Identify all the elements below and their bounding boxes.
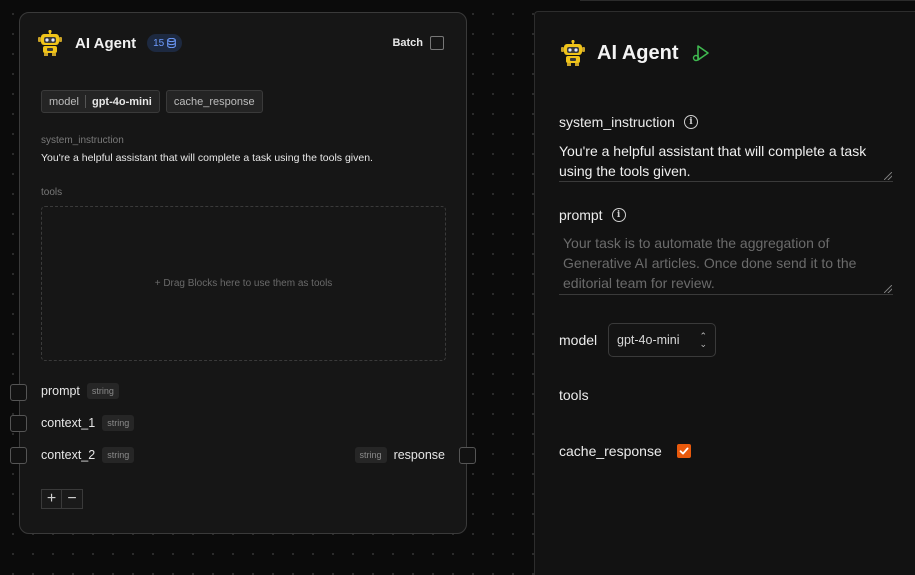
input-label: context_2 <box>41 448 96 462</box>
input-label: prompt <box>41 384 80 398</box>
panel-title: AI Agent <box>597 41 679 64</box>
add-input-button[interactable]: + <box>41 489 62 509</box>
info-icon[interactable]: i <box>683 115 698 129</box>
dropzone-text: + Drag Blocks here to use them as tools <box>154 278 333 289</box>
input-row-prompt: prompt string <box>41 380 119 402</box>
prompt-placeholder-text: Your task is to automate the aggregation… <box>563 235 857 291</box>
resize-handle[interactable] <box>884 285 892 293</box>
cache-response-field-label: cache_response <box>559 443 662 459</box>
robot-icon <box>38 30 62 56</box>
input-label: context_1 <box>41 416 96 430</box>
context-1-input-handle[interactable] <box>10 415 27 432</box>
batch-checkbox[interactable] <box>430 36 444 50</box>
type-chip: string <box>354 447 387 463</box>
response-output-handle[interactable] <box>459 447 476 464</box>
context-2-input-handle[interactable] <box>10 447 27 464</box>
output-label: response <box>393 448 445 462</box>
resize-handle[interactable] <box>884 172 892 180</box>
panel-top-border <box>580 0 915 1</box>
tools-dropzone[interactable]: + Drag Blocks here to use them as tools <box>41 206 446 361</box>
property-chips: model gpt-4o-mini cache_response <box>41 90 263 113</box>
system-instruction-label: system_instruction <box>41 135 124 146</box>
system-instruction-text: You're a helpful assistant that will com… <box>559 143 867 179</box>
check-icon <box>679 447 689 455</box>
type-chip: string <box>86 383 119 399</box>
node-title: AI Agent <box>75 34 137 52</box>
cache-response-checkbox[interactable] <box>677 444 691 458</box>
output-row-response: string response <box>354 444 445 466</box>
system-instruction-field-label: system_instruction i <box>559 114 698 130</box>
info-icon[interactable]: i <box>611 208 626 222</box>
tools-label: tools <box>41 187 63 198</box>
tools-field-label: tools <box>559 387 589 403</box>
cache-response-chip-label: cache_response <box>173 95 255 108</box>
system-instruction-value: You're a helpful assistant that will com… <box>41 152 373 164</box>
credit-count: 15 <box>153 37 165 49</box>
type-chip: string <box>102 447 135 463</box>
model-chip-key: model <box>49 95 79 108</box>
node-header: AI Agent 15 Batch <box>38 29 444 57</box>
prompt-field-label: prompt i <box>559 207 626 223</box>
prompt-label-text: prompt <box>559 207 603 223</box>
input-row-context-1: context_1 string <box>41 412 135 434</box>
batch-toggle: Batch <box>392 36 444 50</box>
database-icon <box>167 38 177 48</box>
model-chip-value: gpt-4o-mini <box>91 95 152 108</box>
panel-header: AI Agent <box>561 40 711 66</box>
node-config-panel: AI Agent system_instruction i You're a h… <box>534 11 915 575</box>
batch-label: Batch <box>392 37 423 49</box>
system-instruction-textarea[interactable]: You're a helpful assistant that will com… <box>559 141 893 182</box>
model-select[interactable]: gpt-4o-mini ⌃ ⌄ <box>608 323 716 357</box>
play-icon[interactable] <box>691 43 711 63</box>
prompt-textarea[interactable]: Your task is to automate the aggregation… <box>559 233 893 295</box>
cache-response-chip[interactable]: cache_response <box>165 90 263 113</box>
prompt-input-handle[interactable] <box>10 384 27 401</box>
remove-input-button[interactable]: − <box>62 489 83 509</box>
ai-agent-node[interactable]: AI Agent 15 Batch model gpt-4o-mini cach… <box>10 12 476 534</box>
robot-icon <box>561 40 585 66</box>
model-field-label: model <box>559 332 598 348</box>
input-row-context-2: context_2 string <box>41 444 135 466</box>
input-stepper: + − <box>41 489 83 509</box>
model-select-value: gpt-4o-mini <box>617 333 680 347</box>
type-chip: string <box>102 415 135 431</box>
model-chip[interactable]: model gpt-4o-mini <box>41 90 160 113</box>
system-instruction-label-text: system_instruction <box>559 114 675 130</box>
credit-badge: 15 <box>147 34 183 52</box>
chevron-up-down-icon: ⌃ ⌄ <box>699 331 707 349</box>
